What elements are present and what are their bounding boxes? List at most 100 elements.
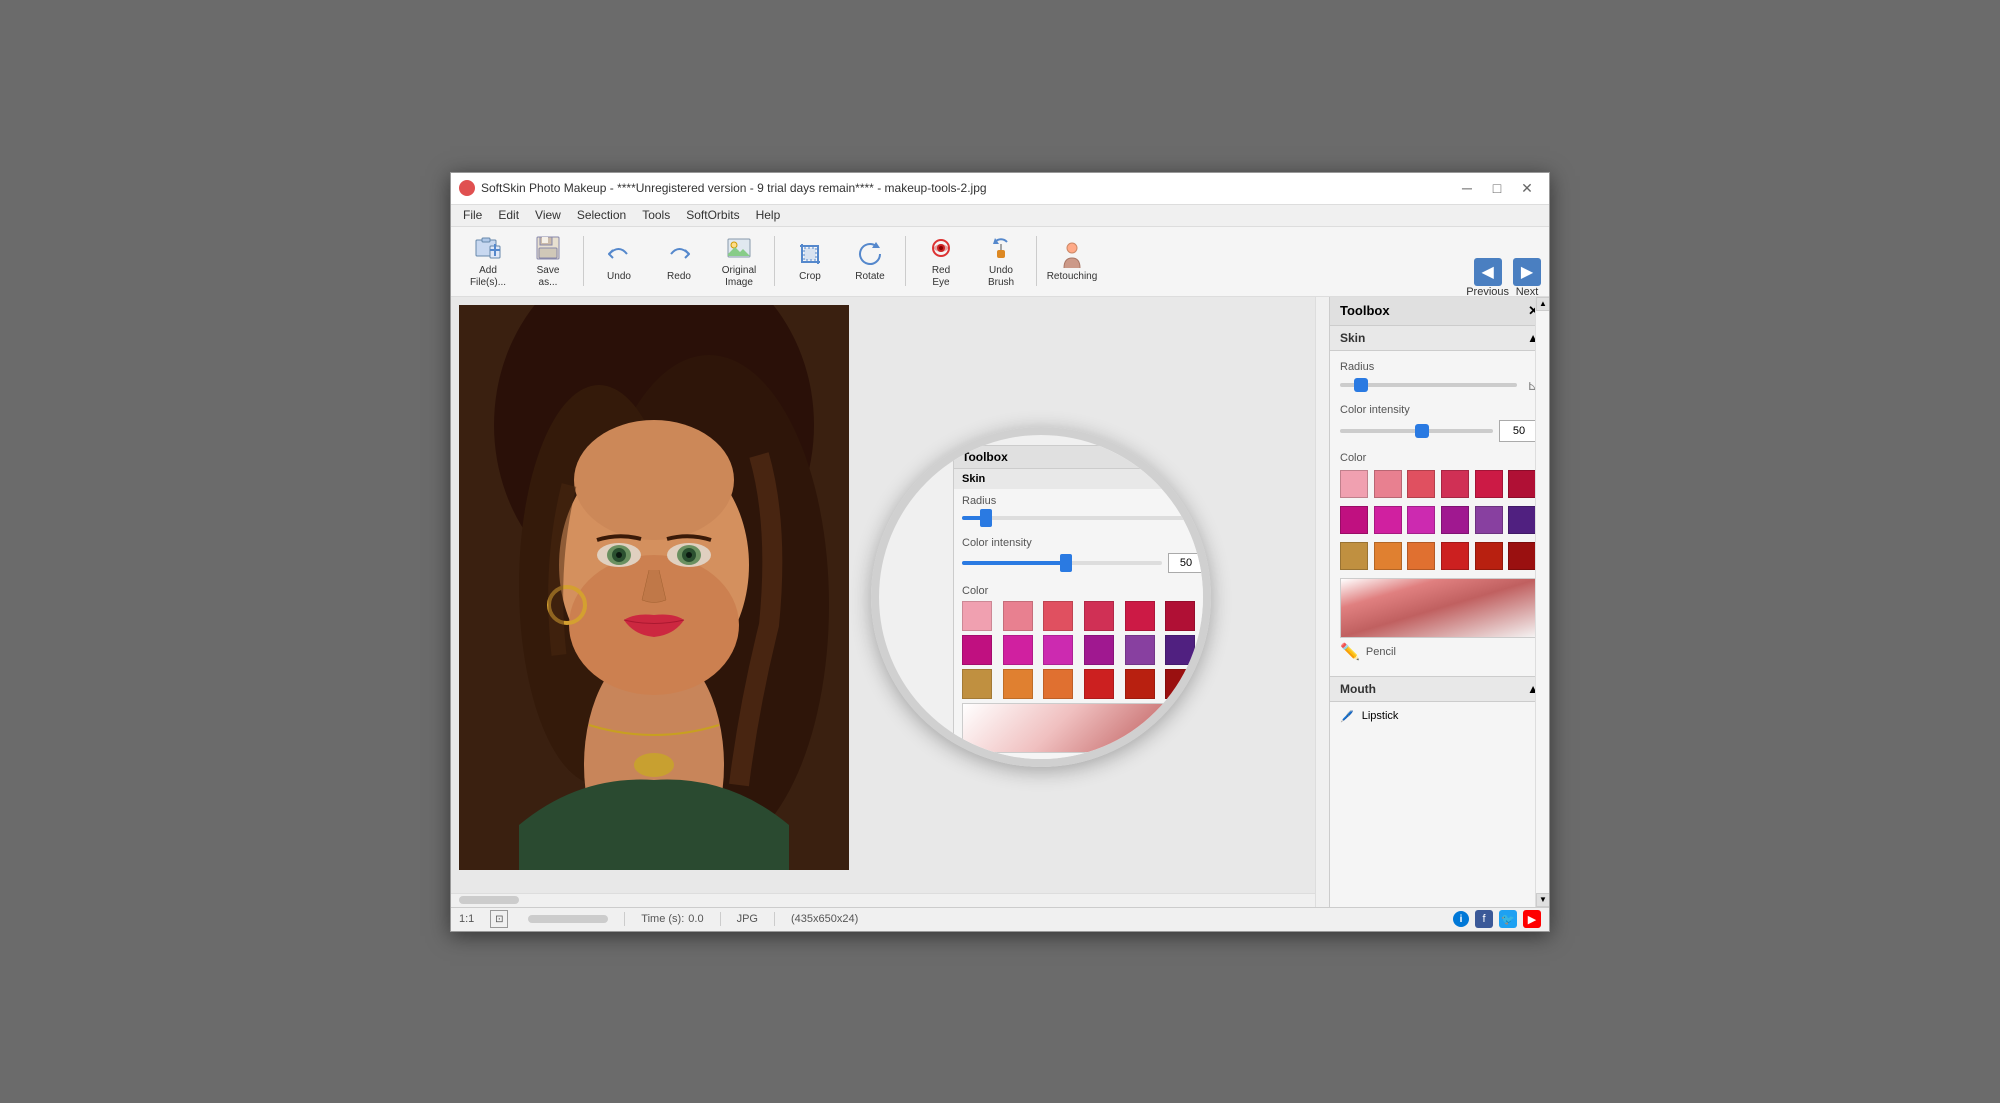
color-swatch-17[interactable] [1165,669,1195,699]
swatch-1[interactable] [1374,470,1402,498]
color-swatch-6[interactable] [962,635,992,665]
color-swatch-15[interactable] [1084,669,1114,699]
radius-label: Radius [1340,361,1539,373]
add-files-button[interactable]: AddFile(s)... [459,232,517,290]
color-swatch-14[interactable] [1043,669,1073,699]
photo-container [459,305,849,870]
color-swatch-3[interactable] [1084,601,1114,631]
main-window: SoftSkin Photo Makeup - ****Unregistered… [450,172,1550,932]
scroll-up-button[interactable]: ▲ [1536,297,1549,311]
facebook-icon[interactable]: f [1475,910,1493,928]
color-swatch-16[interactable] [1125,669,1155,699]
swatch-17[interactable] [1508,542,1536,570]
swatch-2[interactable] [1407,470,1435,498]
color-swatch-11[interactable] [1165,635,1195,665]
swatch-13[interactable] [1374,542,1402,570]
swatch-16[interactable] [1475,542,1503,570]
menu-view[interactable]: View [527,206,569,224]
scroll-down-button[interactable]: ▼ [1536,893,1549,907]
swatch-8[interactable] [1407,506,1435,534]
color-swatch-7[interactable] [1003,635,1033,665]
menu-tools[interactable]: Tools [634,206,678,224]
swatch-15[interactable] [1441,542,1469,570]
fit-icon[interactable]: ⊡ [490,910,508,928]
mag-radius-track[interactable] [962,516,1188,520]
swatch-7[interactable] [1374,506,1402,534]
swatch-6[interactable] [1340,506,1368,534]
twitter-icon[interactable]: 🐦 [1499,910,1517,928]
menu-selection[interactable]: Selection [569,206,634,224]
menu-softorbits[interactable]: SoftOrbits [678,206,747,224]
color-swatch-13[interactable] [1003,669,1033,699]
status-icons-area: i f 🐦 ▶ [1453,910,1541,928]
toolbox-scrollbar[interactable]: ▲ ▼ [1535,297,1549,907]
swatch-4[interactable] [1475,470,1503,498]
dimensions-label: (435x650x24) [791,913,858,925]
radius-slider-track[interactable] [1340,383,1517,387]
status-sep-1 [624,912,625,926]
mag-intensity-track[interactable] [962,561,1162,565]
skin-section-header[interactable]: Skin ▲ [1330,326,1549,351]
intensity-value-input[interactable] [1499,420,1539,442]
previous-button[interactable]: ◀ Previous [1466,258,1509,298]
swatch-9[interactable] [1441,506,1469,534]
youtube-icon[interactable]: ▶ [1523,910,1541,928]
color-swatch-1[interactable] [1003,601,1033,631]
mag-color-picker[interactable] [962,703,1204,753]
separator-3 [905,236,906,286]
mag-intensity-value[interactable]: 50 [1168,553,1204,573]
color-picker-preview[interactable] [1340,578,1539,638]
color-swatch-2[interactable] [1043,601,1073,631]
swatch-0[interactable] [1340,470,1368,498]
scroll-track [1536,311,1549,893]
undo-label: Undo [607,271,631,283]
swatch-12[interactable] [1340,542,1368,570]
menu-edit[interactable]: Edit [490,206,527,224]
swatch-10[interactable] [1475,506,1503,534]
undo-button[interactable]: Undo [590,232,648,290]
info-icon[interactable]: i [1453,911,1469,927]
zoom-slider[interactable] [528,915,608,923]
crop-button[interactable]: Crop [781,232,839,290]
color-swatch-9[interactable] [1084,635,1114,665]
color-section-label: Color [1340,452,1539,464]
toolbox-panel: Toolbox ✕ Skin ▲ Radius ⊾ Color intensit… [1329,297,1549,907]
redo-button[interactable]: Redo [650,232,708,290]
save-as-button[interactable]: Saveas... [519,232,577,290]
separator-1 [583,236,584,286]
retouching-button[interactable]: Retouching [1043,232,1101,290]
close-button[interactable]: ✕ [1513,177,1541,199]
maximize-button[interactable]: □ [1483,177,1511,199]
color-swatch-10[interactable] [1125,635,1155,665]
canvas-scroll-right[interactable] [1315,297,1329,907]
red-eye-button[interactable]: RedEye [912,232,970,290]
color-swatch-12[interactable] [962,669,992,699]
color-swatch-0[interactable] [962,601,992,631]
canvas-scroll-bottom[interactable] [451,893,1315,907]
undo-brush-button[interactable]: UndoBrush [972,232,1030,290]
mag-close-icon[interactable]: ✕ [1194,450,1204,464]
mag-skin-label: Skin [962,473,985,485]
undo-brush-icon [986,233,1016,263]
minimize-button[interactable]: ─ [1453,177,1481,199]
rotate-button[interactable]: Rotate [841,232,899,290]
swatch-14[interactable] [1407,542,1435,570]
mag-skin-section[interactable]: Skin ▲ [954,469,1211,489]
original-image-button[interactable]: OriginalImage [710,232,768,290]
menu-file[interactable]: File [455,206,490,224]
zoom-level: 1:1 [459,913,474,925]
color-swatch-4[interactable] [1125,601,1155,631]
swatch-11[interactable] [1508,506,1536,534]
save-as-label: Saveas... [537,265,560,289]
color-swatch-5[interactable] [1165,601,1195,631]
swatch-3[interactable] [1441,470,1469,498]
crop-icon [795,239,825,269]
next-button[interactable]: ▶ Next [1513,258,1541,298]
intensity-slider-track[interactable] [1340,429,1493,433]
swatch-5[interactable] [1508,470,1536,498]
color-swatch-8[interactable] [1043,635,1073,665]
mag-pencil-icon: ✏️ [962,761,982,767]
menu-help[interactable]: Help [748,206,789,224]
canvas-scroll-slider[interactable] [459,896,519,904]
mouth-section-header[interactable]: Mouth ▲ [1330,677,1549,702]
